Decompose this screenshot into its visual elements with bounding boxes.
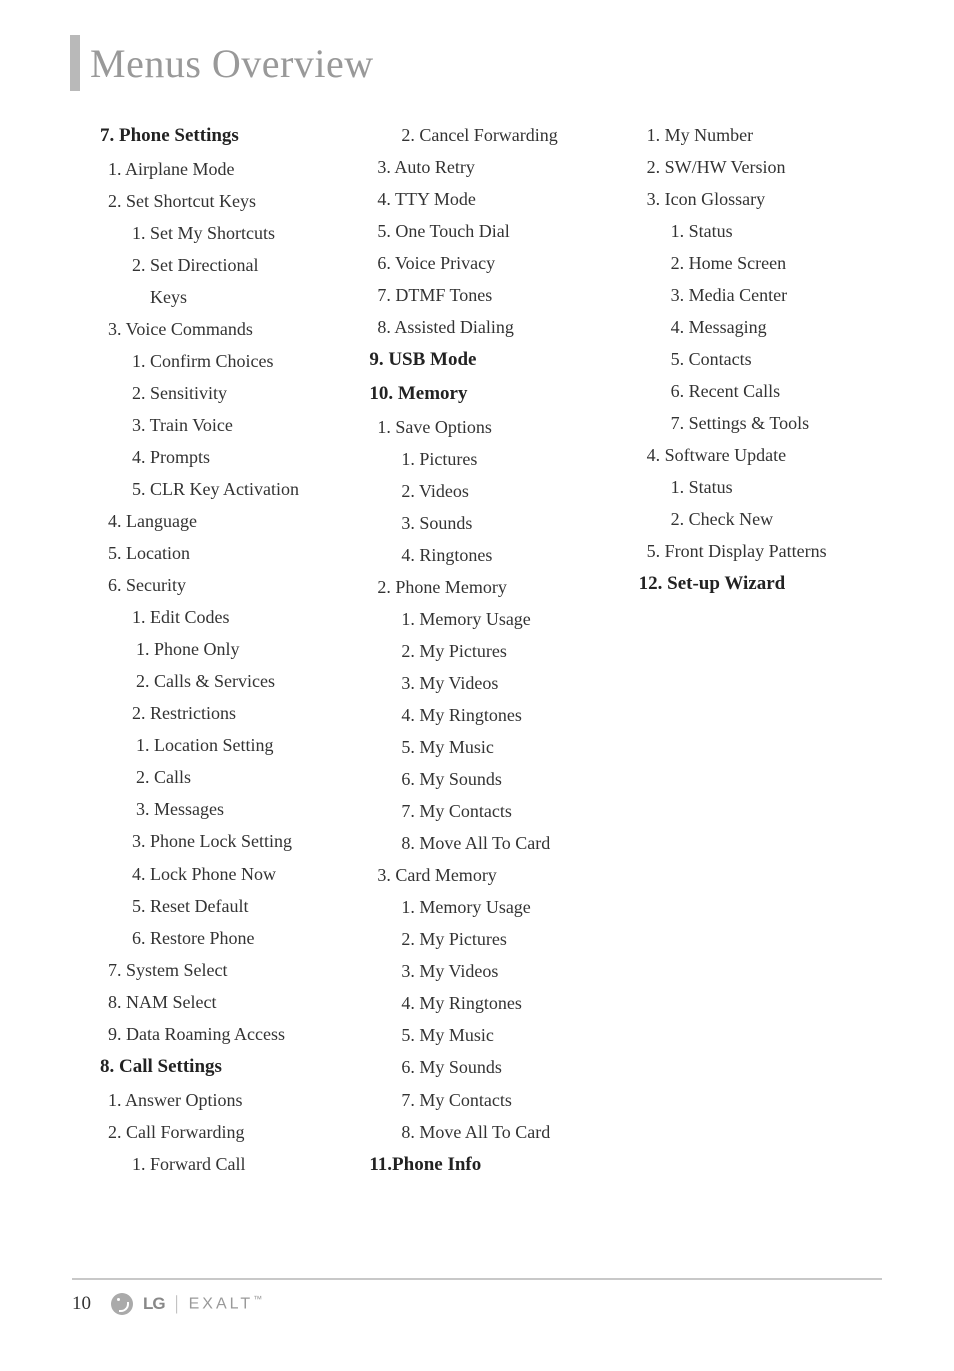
menu-line: 1. Status (656, 215, 882, 247)
menu-line: 8. Call Settings (100, 1050, 343, 1084)
menu-line: 6. Recent Calls (656, 375, 882, 407)
menu-line: 6. Voice Privacy (386, 247, 612, 279)
menu-line: 10. Memory (369, 377, 612, 411)
menu-line: 1. Memory Usage (386, 603, 612, 635)
menu-line: 2. Check New (656, 503, 882, 535)
menu-line: 3. Media Center (656, 279, 882, 311)
menu-line: 9. Data Roaming Access (117, 1018, 343, 1050)
menu-line: 4. Prompts (117, 441, 343, 473)
menu-line: 3. My Videos (386, 955, 612, 987)
menu-line: 4. Messaging (656, 311, 882, 343)
menu-line: 2. Home Screen (656, 247, 882, 279)
page-number: 10 (72, 1293, 91, 1315)
menu-line: 3. Sounds (386, 507, 612, 539)
trademark-symbol: ™ (253, 1294, 265, 1304)
menu-line: 1. Pictures (386, 443, 612, 475)
menu-line: 1. Location Setting (117, 729, 343, 761)
menu-line: 2. My Pictures (386, 923, 612, 955)
menu-line: 2. Sensitivity (117, 377, 343, 409)
menu-line: 1. Set My Shortcuts (117, 217, 343, 249)
exalt-text: EXALT (189, 1295, 254, 1312)
menu-line: 6. Security (117, 569, 343, 601)
menu-line: 3. Card Memory (386, 859, 612, 891)
menu-line: 3. Messages (117, 793, 343, 825)
menu-line: 1. Memory Usage (386, 891, 612, 923)
menu-line: 7. My Contacts (386, 1084, 612, 1116)
page-header: Menus Overview (0, 0, 954, 91)
menu-line: 5. My Music (386, 1019, 612, 1051)
menu-line: 5. My Music (386, 731, 612, 763)
menu-line: 5. CLR Key Activation (117, 473, 343, 505)
menu-line: 12. Set-up Wizard (639, 567, 882, 601)
menu-line: 4. Language (117, 505, 343, 537)
menu-outline: 7. Phone Settings1. Airplane Mode2. Set … (0, 91, 954, 1211)
menu-line: 2. My Pictures (386, 635, 612, 667)
footer-content: 10 LG | EXALT™ (72, 1292, 882, 1315)
menu-line: 1. Edit Codes (117, 601, 343, 633)
menu-line: 1. Answer Options (117, 1084, 343, 1116)
menu-line: 8. Move All To Card (386, 1116, 612, 1148)
menu-line: 8. Assisted Dialing (386, 311, 612, 343)
brand-lockup: LG | EXALT™ (111, 1292, 265, 1315)
menu-line: 1. My Number (656, 119, 882, 151)
menu-line: 7. Phone Settings (100, 119, 343, 153)
menu-line: Keys (100, 281, 343, 313)
menu-line: 3. Auto Retry (386, 151, 612, 183)
menu-line: 4. Software Update (656, 439, 882, 471)
menu-line: 1. Confirm Choices (117, 345, 343, 377)
menu-line: 8. NAM Select (117, 986, 343, 1018)
lg-wordmark: LG (143, 1294, 165, 1314)
menu-line: 2. Set Shortcut Keys (117, 185, 343, 217)
menu-line: 5. Front Display Patterns (656, 535, 882, 567)
lg-logo-icon (111, 1293, 133, 1315)
title-accent-bar (70, 35, 80, 91)
menu-line: 7. DTMF Tones (386, 279, 612, 311)
menu-line: 5. Location (117, 537, 343, 569)
footer-rule (72, 1278, 882, 1280)
menu-line: 2. Calls (117, 761, 343, 793)
menu-line: 2. Set Directional (117, 249, 343, 281)
menu-line: 7. Settings & Tools (656, 407, 882, 439)
menu-line: 7. My Contacts (386, 795, 612, 827)
menu-line: 2. SW/HW Version (656, 151, 882, 183)
menu-line: 7. System Select (117, 954, 343, 986)
menu-line: 1. Save Options (386, 411, 612, 443)
menu-line: 4. My Ringtones (386, 699, 612, 731)
menu-line: 11.Phone Info (369, 1148, 612, 1182)
menu-line: 3. Icon Glossary (656, 183, 882, 215)
brand-divider: | (175, 1292, 179, 1315)
menu-line: 2. Phone Memory (386, 571, 612, 603)
menu-line: 6. My Sounds (386, 763, 612, 795)
page-footer: 10 LG | EXALT™ (72, 1278, 882, 1315)
menu-line: 5. One Touch Dial (386, 215, 612, 247)
menu-line: 5. Contacts (656, 343, 882, 375)
exalt-wordmark: EXALT™ (189, 1294, 266, 1313)
menu-line: 3. Voice Commands (117, 313, 343, 345)
menu-line: 1. Airplane Mode (117, 153, 343, 185)
menu-line: 3. Train Voice (117, 409, 343, 441)
menu-line: 8. Move All To Card (386, 827, 612, 859)
menu-line: 2. Calls & Services (117, 665, 343, 697)
menu-line: 2. Call Forwarding (117, 1116, 343, 1148)
menu-line: 3. My Videos (386, 667, 612, 699)
menu-line: 2. Restrictions (117, 697, 343, 729)
menu-line: 1. Status (656, 471, 882, 503)
menu-line: 5. Reset Default (117, 890, 343, 922)
menu-line: 9. USB Mode (369, 343, 612, 377)
menu-line: 6. My Sounds (386, 1051, 612, 1083)
page-title: Menus Overview (90, 40, 374, 87)
menu-line: 1. Phone Only (117, 633, 343, 665)
menu-line: 6. Restore Phone (117, 922, 343, 954)
menu-line: 1. Forward Call (117, 1148, 343, 1180)
menu-line: 2. Videos (386, 475, 612, 507)
menu-line: 2. Cancel Forwarding (386, 119, 612, 151)
menu-line: 4. TTY Mode (386, 183, 612, 215)
menu-line: 3. Phone Lock Setting (117, 825, 343, 857)
menu-line: 4. Lock Phone Now (117, 858, 343, 890)
menu-line: 4. My Ringtones (386, 987, 612, 1019)
menu-line: 4. Ringtones (386, 539, 612, 571)
